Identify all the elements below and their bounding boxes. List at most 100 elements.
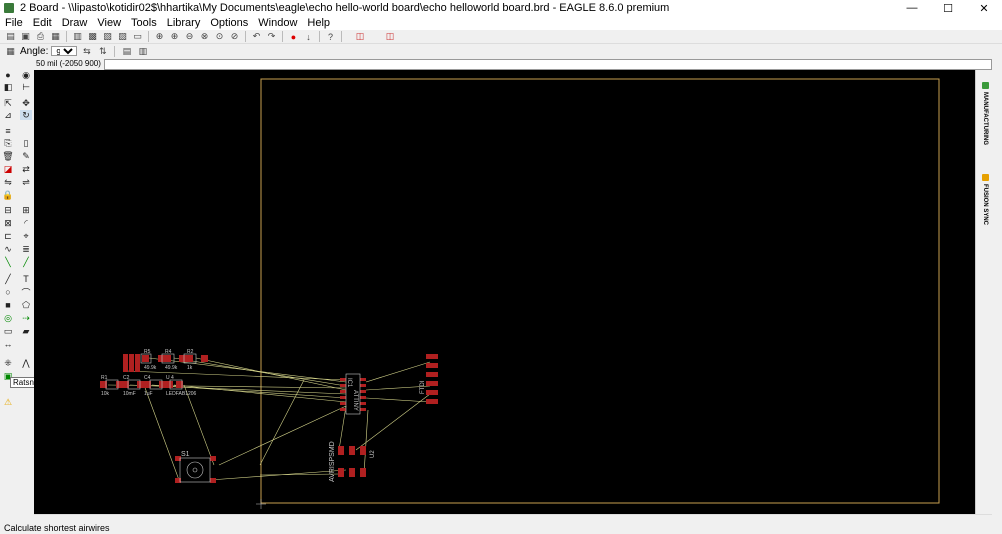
zoom-select-icon[interactable]: ⊗ <box>198 31 211 42</box>
value-r2: 1k <box>187 365 193 371</box>
zoom-out-icon[interactable]: ⊖ <box>183 31 196 42</box>
wrench-icon[interactable]: ✎ <box>20 151 32 161</box>
redo-icon[interactable]: ↷ <box>265 31 278 42</box>
maximize-button[interactable]: ☐ <box>930 0 966 16</box>
circle-icon[interactable]: ○ <box>2 287 14 297</box>
folder-icon[interactable]: ▭ <box>131 31 144 42</box>
delete-icon[interactable]: 🗑 <box>2 151 14 161</box>
eagle-app-icon <box>4 3 14 13</box>
menu-help[interactable]: Help <box>302 17 335 29</box>
autorouter-icon[interactable]: ⋀ <box>20 358 32 368</box>
ripup-icon[interactable]: ╱ <box>20 257 32 267</box>
coordinate-display: 50 mil (-2050 900) <box>0 58 104 70</box>
text-icon[interactable]: T <box>20 274 32 284</box>
layers-icon[interactable]: ◧ <box>2 82 14 92</box>
mirror-tool-icon[interactable]: ⊿ <box>2 110 14 120</box>
ulp-icon[interactable]: ▧ <box>101 31 114 42</box>
mark-icon[interactable]: ⊢ <box>20 82 32 92</box>
layer-icon[interactable]: ▤ <box>120 46 133 57</box>
pad <box>360 402 366 405</box>
grid-icon[interactable]: ▦ <box>4 46 17 57</box>
fusion-sync-icon <box>981 174 989 181</box>
select-icon[interactable]: ⇱ <box>2 98 14 108</box>
label-r4: R4 <box>165 349 172 355</box>
copy-icon[interactable]: ⎘ <box>2 138 14 148</box>
ratsnest-icon[interactable]: ⁜ <box>2 358 14 368</box>
optimize-icon[interactable]: ⌖ <box>20 231 32 241</box>
design-link-icon[interactable]: ◫ <box>346 31 374 42</box>
dimension-icon[interactable]: ↔ <box>2 339 14 349</box>
zoom-in-icon[interactable]: ⊕ <box>168 31 181 42</box>
toolbar-divider <box>148 31 149 42</box>
spin-icon[interactable]: ⇅ <box>96 46 109 57</box>
angle-select[interactable]: 90 <box>51 46 78 56</box>
manufacturing-tab[interactable]: MANUFACTURING <box>979 82 991 145</box>
redraw-icon[interactable]: ⊘ <box>228 31 241 42</box>
rotate-icon[interactable]: ↻ <box>20 110 32 120</box>
zoom-fit-icon[interactable]: ⊕ <box>153 31 166 42</box>
fusion-sync-tab[interactable]: FUSION SYNC <box>979 174 991 225</box>
info-icon[interactable]: ● <box>2 70 14 80</box>
command-line-input[interactable] <box>104 58 992 70</box>
label-r2: R2 <box>187 349 194 355</box>
line-icon[interactable]: ╱ <box>2 274 14 284</box>
schematic-icon[interactable]: ▥ <box>71 31 84 42</box>
ungroup-icon[interactable]: ⇌ <box>20 177 32 187</box>
via-icon[interactable]: ◎ <box>2 313 14 323</box>
menu-options[interactable]: Options <box>205 17 253 29</box>
warning-icon[interactable]: ⚠ <box>2 397 14 407</box>
meander-icon[interactable]: ∿ <box>2 244 14 254</box>
change-icon[interactable]: ⇄ <box>20 164 32 174</box>
arc-icon[interactable]: ⌒ <box>20 287 32 298</box>
replace-icon[interactable]: ◪ <box>2 164 14 174</box>
script-icon[interactable]: ▨ <box>116 31 129 42</box>
menu-view[interactable]: View <box>92 17 126 29</box>
align-icon[interactable]: ≡ <box>2 126 14 136</box>
board-canvas[interactable]: R5 49.9k R4 49.9k R2 1k R1 10k C2 10mF C… <box>34 70 992 514</box>
stop-icon[interactable]: ● <box>287 31 300 42</box>
help-icon[interactable]: ? <box>324 31 337 42</box>
board-icon[interactable]: ▩ <box>86 31 99 42</box>
group-icon[interactable]: ⇋ <box>2 177 14 187</box>
close-button[interactable]: ✕ <box>966 0 1002 16</box>
attribute-icon[interactable]: ▰ <box>20 326 32 336</box>
paste-icon[interactable]: ▯ <box>20 138 32 148</box>
cam-icon[interactable]: ▦ <box>49 31 62 42</box>
minimize-button[interactable]: — <box>894 0 930 16</box>
pcb-quote-icon[interactable]: ◫ <box>376 31 404 42</box>
value-icon[interactable]: ⊞ <box>20 205 32 215</box>
menu-library[interactable]: Library <box>162 17 206 29</box>
menu-window[interactable]: Window <box>253 17 302 29</box>
menu-file[interactable]: File <box>0 17 28 29</box>
menu-tools[interactable]: Tools <box>126 17 162 29</box>
split-icon[interactable]: ⊏ <box>2 231 14 241</box>
lock-icon[interactable]: 🔒 <box>2 190 14 200</box>
board-drawing[interactable]: R5 49.9k R4 49.9k R2 1k R1 10k C2 10mF C… <box>34 70 992 514</box>
zoom-last-icon[interactable]: ⊙ <box>213 31 226 42</box>
pad <box>340 402 346 405</box>
save-icon[interactable]: ▣ <box>19 31 32 42</box>
pad <box>186 355 193 362</box>
label-r1: R1 <box>101 375 108 381</box>
route-icon[interactable]: ╲ <box>2 257 14 267</box>
hole-icon[interactable]: ▭ <box>2 326 14 336</box>
name-icon[interactable]: ⊟ <box>2 205 14 215</box>
print-icon[interactable]: ⎙ <box>34 31 47 42</box>
go-icon[interactable]: ↓ <box>302 31 315 42</box>
move-icon[interactable]: ✥ <box>20 98 32 108</box>
undo-icon[interactable]: ↶ <box>250 31 263 42</box>
polygon-icon[interactable]: ⬠ <box>20 300 32 310</box>
smash-icon[interactable]: ⊠ <box>2 218 14 228</box>
rectangle-icon[interactable]: ■ <box>2 300 14 310</box>
horizontal-scrollbar[interactable] <box>34 514 992 523</box>
menu-draw[interactable]: Draw <box>57 17 93 29</box>
mirror-icon[interactable]: ⇆ <box>80 46 93 57</box>
signal-icon[interactable]: ⇢ <box>20 313 32 323</box>
vertical-scrollbar[interactable] <box>992 57 1002 523</box>
open-icon[interactable]: ▤ <box>4 31 17 42</box>
menu-edit[interactable]: Edit <box>28 17 57 29</box>
eye-icon[interactable]: ◉ <box>20 70 32 80</box>
miter-icon[interactable]: ◜ <box>20 218 32 228</box>
layer-set-icon[interactable]: ▥ <box>136 46 149 57</box>
route-multiple-icon[interactable]: ≣ <box>20 244 32 254</box>
